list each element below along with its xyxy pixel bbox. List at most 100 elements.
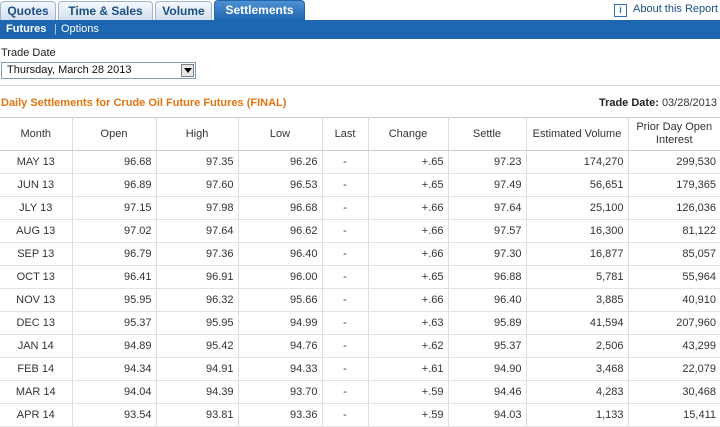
table-row: JUN 13 96.89 97.60 96.53- +.65 97.49 56,651 179… xyxy=(0,173,720,197)
subnav-options[interactable]: Options xyxy=(61,20,99,39)
cell-estimated-volume: 4,283 xyxy=(526,380,629,404)
cell-low: 95.66 xyxy=(238,288,323,312)
cell-open: 93.54 xyxy=(72,403,157,427)
cell-settle: 94.90 xyxy=(448,357,527,381)
cell-month: MAR 14 xyxy=(0,380,73,404)
table-row: MAY 13 96.68 97.35 96.26- +.65 97.23 174,270 29… xyxy=(0,150,720,174)
cell-low: 93.70 xyxy=(238,380,323,404)
cell-open: 97.02 xyxy=(72,219,157,243)
cell-change: +.62 xyxy=(368,334,449,358)
tab-time-and-sales[interactable]: Time & Sales xyxy=(58,1,153,20)
table-row: OCT 13 96.41 96.91 96.00- +.65 96.88 5,781 55,9… xyxy=(0,265,720,289)
cell-prior-day-open-interest: 55,964 xyxy=(628,265,720,289)
cell-month: APR 14 xyxy=(0,403,73,427)
cell-open: 95.95 xyxy=(72,288,157,312)
trade-date-selected-value: Thursday, March 28 2013 xyxy=(7,64,132,76)
table-row: JLY 13 97.15 97.98 96.68- +.66 97.64 25,100 126… xyxy=(0,196,720,220)
column-header-open: Open xyxy=(72,117,157,151)
chevron-down-icon[interactable] xyxy=(181,64,194,77)
cell-high: 94.91 xyxy=(156,357,239,381)
cell-prior-day-open-interest: 85,057 xyxy=(628,242,720,266)
about-report-link[interactable]: i About this Report xyxy=(614,1,718,18)
cell-high: 94.39 xyxy=(156,380,239,404)
cell-month: JAN 14 xyxy=(0,334,73,358)
column-header-low: Low xyxy=(238,117,323,151)
cell-last: - xyxy=(322,265,369,289)
sub-navigation: Futures | Options xyxy=(0,20,720,39)
cell-estimated-volume: 25,100 xyxy=(526,196,629,220)
cell-high: 93.81 xyxy=(156,403,239,427)
cell-change: +.66 xyxy=(368,219,449,243)
cell-month: NOV 13 xyxy=(0,288,73,312)
cell-settle: 94.03 xyxy=(448,403,527,427)
cell-low: 96.68 xyxy=(238,196,323,220)
tab-quotes[interactable]: Quotes xyxy=(0,1,56,20)
settlements-table: Month Open High Low Last Change Settle E… xyxy=(0,117,720,427)
cell-last: - xyxy=(322,334,369,358)
cell-low: 94.99 xyxy=(238,311,323,335)
table-body: MAY 13 96.68 97.35 96.26- +.65 97.23 174,270 29… xyxy=(0,150,720,427)
cell-prior-day-open-interest: 299,530 xyxy=(628,150,720,174)
cell-low: 96.62 xyxy=(238,219,323,243)
info-icon: i xyxy=(614,4,627,17)
cell-low: 96.40 xyxy=(238,242,323,266)
cell-month: OCT 13 xyxy=(0,265,73,289)
cell-change: +.66 xyxy=(368,196,449,220)
cell-prior-day-open-interest: 126,036 xyxy=(628,196,720,220)
column-header-month: Month xyxy=(0,117,73,151)
cell-estimated-volume: 41,594 xyxy=(526,311,629,335)
table-row: MAR 14 94.04 94.39 93.70- +.59 94.46 4,283 30,4… xyxy=(0,380,720,404)
tab-volume[interactable]: Volume xyxy=(155,1,212,20)
cell-change: +.66 xyxy=(368,242,449,266)
cell-change: +.65 xyxy=(368,173,449,197)
trade-date-select[interactable]: Thursday, March 28 2013 xyxy=(1,62,196,79)
cell-high: 97.36 xyxy=(156,242,239,266)
cell-month: DEC 13 xyxy=(0,311,73,335)
cell-open: 97.15 xyxy=(72,196,157,220)
cell-last: - xyxy=(322,242,369,266)
cell-settle: 96.40 xyxy=(448,288,527,312)
cell-prior-day-open-interest: 207,960 xyxy=(628,311,720,335)
cell-change: +.59 xyxy=(368,403,449,427)
cell-change: +.59 xyxy=(368,380,449,404)
cell-estimated-volume: 56,651 xyxy=(526,173,629,197)
cell-high: 96.91 xyxy=(156,265,239,289)
table-row: FEB 14 94.34 94.91 94.33- +.61 94.90 3,468 22,0… xyxy=(0,357,720,381)
report-tabs: Quotes Time & Sales Volume Settlements i… xyxy=(0,0,720,20)
cell-open: 96.68 xyxy=(72,150,157,174)
cell-high: 97.64 xyxy=(156,219,239,243)
cell-prior-day-open-interest: 30,468 xyxy=(628,380,720,404)
column-header-high: High xyxy=(156,117,239,151)
cell-month: JLY 13 xyxy=(0,196,73,220)
cell-low: 93.36 xyxy=(238,403,323,427)
column-header-last: Last xyxy=(322,117,369,151)
cell-open: 96.79 xyxy=(72,242,157,266)
cell-low: 96.53 xyxy=(238,173,323,197)
cell-open: 95.37 xyxy=(72,311,157,335)
cell-last: - xyxy=(322,357,369,381)
cell-estimated-volume: 2,506 xyxy=(526,334,629,358)
cell-last: - xyxy=(322,196,369,220)
cell-last: - xyxy=(322,403,369,427)
divider xyxy=(0,85,720,86)
cell-settle: 97.57 xyxy=(448,219,527,243)
cell-last: - xyxy=(322,288,369,312)
cell-estimated-volume: 1,133 xyxy=(526,403,629,427)
column-header-change: Change xyxy=(368,117,449,151)
cell-prior-day-open-interest: 15,411 xyxy=(628,403,720,427)
cell-settle: 97.30 xyxy=(448,242,527,266)
cell-prior-day-open-interest: 22,079 xyxy=(628,357,720,381)
cell-last: - xyxy=(322,219,369,243)
cell-change: +.63 xyxy=(368,311,449,335)
cell-high: 97.35 xyxy=(156,150,239,174)
subnav-futures[interactable]: Futures xyxy=(6,20,46,39)
cell-high: 97.98 xyxy=(156,196,239,220)
cell-prior-day-open-interest: 43,299 xyxy=(628,334,720,358)
cell-prior-day-open-interest: 40,910 xyxy=(628,288,720,312)
cell-prior-day-open-interest: 81,122 xyxy=(628,219,720,243)
cell-month: SEP 13 xyxy=(0,242,73,266)
report-title: Daily Settlements for Crude Oil Future F… xyxy=(1,97,287,109)
tab-settlements[interactable]: Settlements xyxy=(214,0,305,20)
cell-month: FEB 14 xyxy=(0,357,73,381)
cell-month: MAY 13 xyxy=(0,150,73,174)
